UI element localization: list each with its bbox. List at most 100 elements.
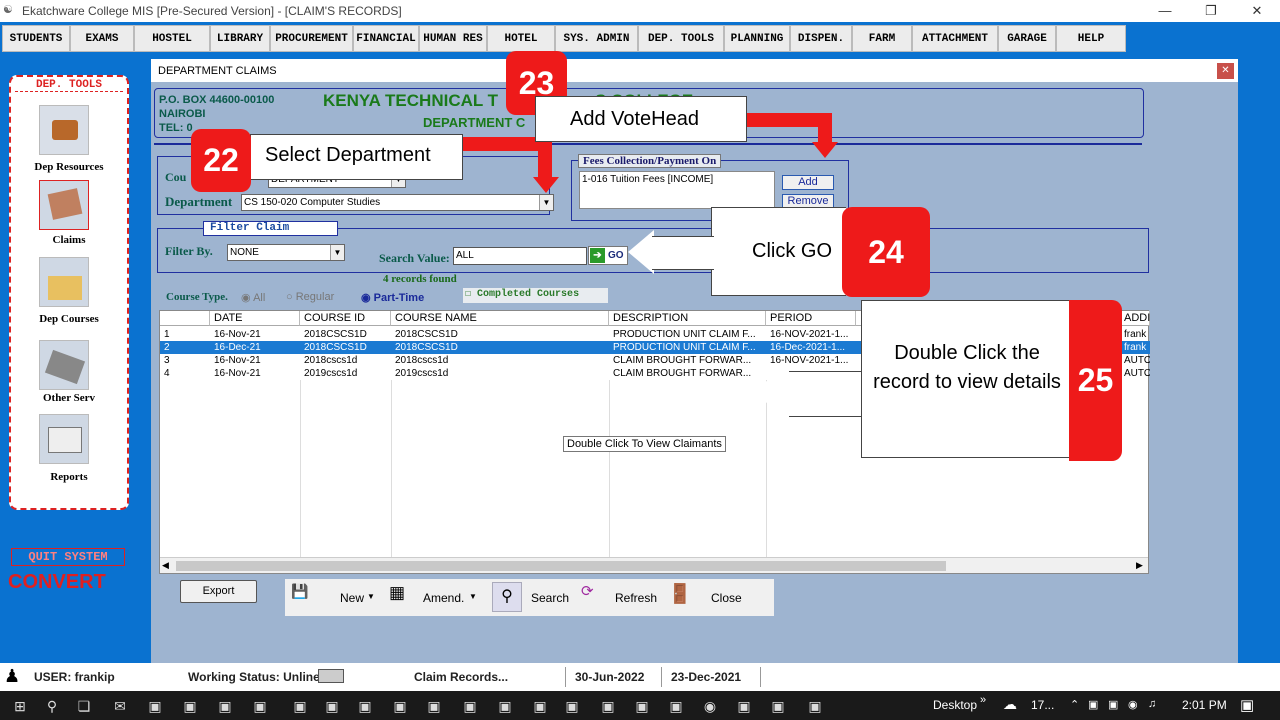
app-icon[interactable]: ▣ (290, 696, 310, 716)
exit-door-icon[interactable]: 🚪 (668, 582, 692, 606)
menu-garage[interactable]: GARAGE (998, 25, 1056, 52)
refresh-icon[interactable]: ⟳ (581, 582, 594, 600)
convert-label[interactable]: CONVERT (8, 571, 106, 594)
department-select[interactable]: CS 150-020 Computer Studies ▼ (241, 194, 554, 211)
app-icon[interactable]: ▣ (598, 696, 618, 716)
grid-header-course-id[interactable]: COURSE ID (300, 311, 391, 326)
add-votehead-button[interactable]: Add (782, 175, 834, 190)
menu-dep-tools[interactable]: DEP. TOOLS (638, 25, 724, 52)
search-button[interactable]: Search (531, 591, 569, 605)
save-icon[interactable]: 💾 (291, 583, 308, 600)
chevron-down-icon[interactable]: ▼ (469, 592, 477, 601)
radio-regular[interactable]: ○ Regular (286, 291, 334, 303)
menu-planning[interactable]: PLANNING (724, 25, 790, 52)
close-button[interactable]: Close (711, 591, 742, 605)
menu-students[interactable]: STUDENTS (2, 25, 70, 52)
folder-icon[interactable] (39, 257, 89, 307)
app-icon[interactable]: ▣ (805, 696, 825, 716)
chevron-icon[interactable]: » (980, 694, 986, 706)
app-icon[interactable]: ▣ (250, 696, 270, 716)
tray-chevron-icon[interactable]: ⌃ (1070, 698, 1079, 711)
scroll-left-icon[interactable]: ◀ (162, 560, 169, 571)
briefcase-icon[interactable] (39, 105, 89, 155)
menu-sys-admin[interactable]: SYS. ADMIN (555, 25, 638, 52)
radio-part-time[interactable]: ◉ Part-Time (361, 291, 424, 304)
tray-icon[interactable]: ▣ (1108, 698, 1118, 711)
wifi-icon[interactable]: ◉ (1128, 698, 1138, 711)
completed-courses-checkbox[interactable]: ☐ Completed Courses (463, 288, 608, 303)
grid-header-date[interactable]: DATE (210, 311, 300, 326)
chevron-down-icon[interactable]: ▼ (367, 592, 375, 601)
close-window-button[interactable]: ✕ (1234, 0, 1280, 22)
menu-financial[interactable]: FINANCIAL (353, 25, 419, 52)
sidebar-item-dep-resources[interactable]: Dep Resources (21, 161, 117, 173)
clock[interactable]: 2:01 PM (1182, 698, 1227, 712)
menu-exams[interactable]: EXAMS (70, 25, 134, 52)
app-icon[interactable]: ▣ (215, 696, 235, 716)
radio-all[interactable]: ◉ All (241, 291, 265, 304)
chevron-down-icon[interactable]: ▼ (330, 245, 344, 260)
menu-hostel[interactable]: HOSTEL (134, 25, 210, 52)
excel-icon[interactable]: ▣ (734, 696, 754, 716)
app-icon[interactable]: ▣ (180, 696, 200, 716)
mail-icon[interactable]: ✉ (110, 696, 130, 716)
votehead-list[interactable]: 1-016 Tuition Fees [INCOME] (579, 171, 775, 209)
menu-human-res[interactable]: HUMAN RES (419, 25, 487, 52)
volume-icon[interactable]: ♫ (1148, 698, 1156, 710)
amend-button[interactable]: Amend. (423, 591, 464, 605)
amend-icon[interactable]: ▦ (389, 583, 405, 603)
restore-button[interactable]: ❐ (1188, 0, 1234, 22)
menu-procurement[interactable]: PROCUREMENT (270, 25, 353, 52)
menu-library[interactable]: LIBRARY (210, 25, 270, 52)
menu-hotel[interactable]: HOTEL (487, 25, 555, 52)
export-button[interactable]: Export (180, 580, 257, 603)
refresh-button[interactable]: Refresh (615, 591, 657, 605)
task-view-icon[interactable]: ❏ (74, 696, 94, 716)
horizontal-scrollbar[interactable]: ◀ ▶ (160, 557, 1148, 573)
notifications-icon[interactable]: ▣ (1240, 696, 1254, 714)
grid-header-course-name[interactable]: COURSE NAME (391, 311, 609, 326)
new-button[interactable]: New (340, 591, 364, 605)
search-icon[interactable]: ⚲ (492, 582, 522, 612)
claims-icon[interactable] (39, 180, 89, 230)
search-value-input[interactable]: ALL (453, 247, 587, 265)
chevron-down-icon[interactable]: ▼ (539, 195, 553, 210)
app-icon[interactable]: ▣ (424, 696, 444, 716)
grid-header-description[interactable]: DESCRIPTION (609, 311, 766, 326)
app-icon[interactable]: ▣ (460, 696, 480, 716)
grid-header-period[interactable]: PERIOD (766, 311, 856, 326)
desktop-toolbar[interactable]: Desktop (933, 698, 977, 712)
app-icon[interactable]: ▣ (632, 696, 652, 716)
chrome-icon[interactable]: ◉ (700, 696, 720, 716)
menu-attachment[interactable]: ATTACHMENT (912, 25, 998, 52)
minimize-button[interactable]: — (1142, 0, 1188, 22)
search-icon[interactable]: ⚲ (42, 696, 62, 716)
app-icon[interactable]: ▣ (495, 696, 515, 716)
app-icon[interactable]: ▣ (530, 696, 550, 716)
dialog-close-icon[interactable]: ✕ (1217, 63, 1234, 79)
sidebar-item-reports[interactable]: Reports (21, 471, 117, 483)
app-icon[interactable]: ▣ (145, 696, 165, 716)
app-icon[interactable]: ▣ (390, 696, 410, 716)
sidebar-item-other-serv[interactable]: Other Serv (21, 392, 117, 404)
windows-start-icon[interactable]: ⊞ (10, 696, 30, 716)
tray-icon[interactable]: ▣ (1088, 698, 1098, 711)
menu-farm[interactable]: FARM (852, 25, 912, 52)
folder-icon[interactable]: ▣ (562, 696, 582, 716)
grid-header-addi[interactable]: ADDI (1120, 311, 1150, 326)
sidebar-item-dep-courses[interactable]: Dep Courses (21, 313, 117, 325)
quit-system-button[interactable]: QUIT SYSTEM (11, 548, 125, 566)
filter-by-select[interactable]: NONE ▼ (227, 244, 345, 261)
scroll-right-icon[interactable]: ▶ (1136, 560, 1143, 571)
menu-dispen[interactable]: DISPEN. (790, 25, 852, 52)
scrollbar-thumb[interactable] (176, 561, 946, 571)
sidebar-item-claims[interactable]: Claims (21, 234, 117, 246)
menu-help[interactable]: HELP (1056, 25, 1126, 52)
weather-text[interactable]: 17... (1031, 698, 1054, 712)
go-button[interactable]: ➔ GO (588, 246, 628, 265)
powerpoint-icon[interactable]: ▣ (666, 696, 686, 716)
votehead-item[interactable]: 1-016 Tuition Fees [INCOME] (582, 174, 713, 185)
word-icon[interactable]: ▣ (322, 696, 342, 716)
reports-icon[interactable] (39, 414, 89, 464)
calculator-icon[interactable] (39, 340, 89, 390)
